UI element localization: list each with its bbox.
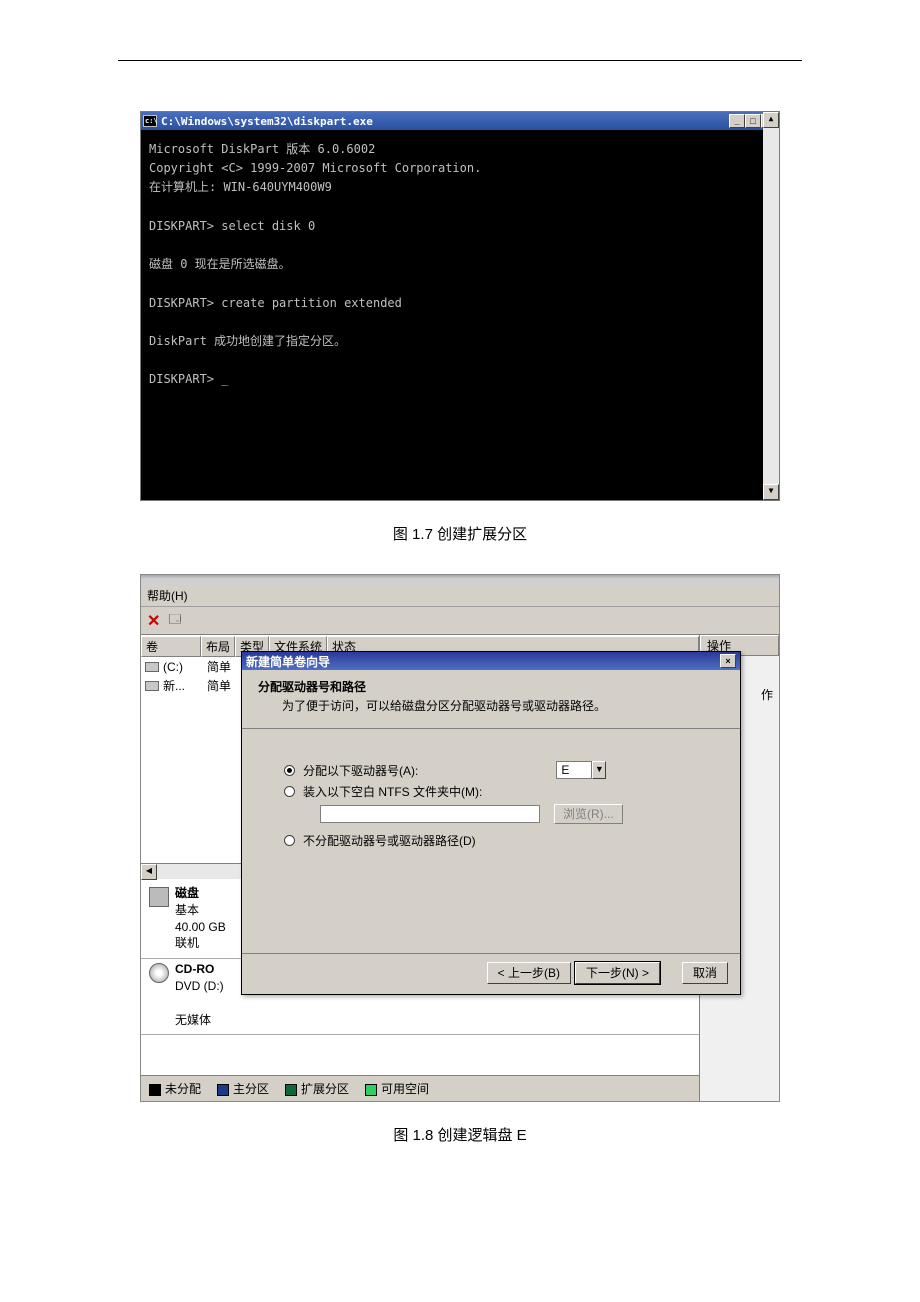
console-title: C:\Windows\system32\diskpart.exe [161,115,373,128]
drive-letter-combo[interactable]: E ▼ [556,761,606,779]
menu-help[interactable]: 帮助(H) [141,585,779,607]
drive-icon [145,662,159,672]
chevron-down-icon[interactable]: ▼ [592,761,606,779]
disk-icon [149,887,169,907]
dm-titlebar [141,575,779,585]
new-simple-volume-wizard: 新建简单卷向导 × 分配驱动器号和路径 为了便于访问，可以给磁盘分区分配驱动器号… [241,651,741,995]
radio-assign-letter[interactable]: 分配以下驱动器号(A): E ▼ [284,761,720,779]
radio-icon [284,786,295,797]
vertical-scrollbar[interactable]: ▲ ▼ [763,112,779,500]
drive-icon [145,681,159,691]
console-titlebar: c:\ C:\Windows\system32\diskpart.exe _ □… [141,112,779,130]
radio-no-assign[interactable]: 不分配驱动器号或驱动器路径(D) [284,832,720,849]
col-volume[interactable]: 卷 [141,636,201,657]
back-button[interactable]: < 上一步(B) [487,962,571,984]
scroll-track[interactable] [763,128,779,484]
wizard-heading: 分配驱动器号和路径 [258,678,724,695]
browse-button[interactable]: 浏览(R)... [554,804,623,824]
radio-icon [284,835,295,846]
figure-caption-1-7: 图 1.7 创建扩展分区 [140,523,780,544]
wizard-titlebar: 新建简单卷向导 × [242,652,740,670]
cmd-icon: c:\ [143,115,157,127]
scroll-left-button[interactable]: ◀ [141,864,157,880]
wizard-subheading: 为了便于访问，可以给磁盘分区分配驱动器号或驱动器路径。 [258,695,724,714]
delete-icon[interactable]: ✕ [147,611,160,631]
dm-toolbar: ✕ 🗔 [141,607,779,635]
cancel-button[interactable]: 取消 [682,962,728,984]
wizard-title: 新建简单卷向导 [246,653,330,670]
cdrom-icon [149,963,169,983]
mount-path-input[interactable] [320,805,540,823]
col-layout[interactable]: 布局 [201,636,235,657]
figure-caption-1-8: 图 1.8 创建逻辑盘 E [140,1124,780,1145]
scroll-up-button[interactable]: ▲ [763,112,779,128]
console-body: Microsoft DiskPart 版本 6.0.6002 Copyright… [141,130,779,500]
next-button[interactable]: 下一步(N) > [575,962,660,984]
minimize-button[interactable]: _ [729,114,745,128]
radio-mount-folder[interactable]: 装入以下空白 NTFS 文件夹中(M): [284,783,720,800]
wizard-close-button[interactable]: × [720,654,736,668]
disk-management-window: 帮助(H) ✕ 🗔 卷 布局 类型 文件系统 状态 [140,574,780,1102]
maximize-button[interactable]: □ [745,114,761,128]
scroll-down-button[interactable]: ▼ [763,484,779,500]
properties-icon[interactable]: 🗔 [168,610,181,631]
radio-icon [284,765,295,776]
console-window: c:\ C:\Windows\system32\diskpart.exe _ □… [140,111,780,501]
legend: 未分配 主分区 扩展分区 可用空间 [141,1075,699,1101]
